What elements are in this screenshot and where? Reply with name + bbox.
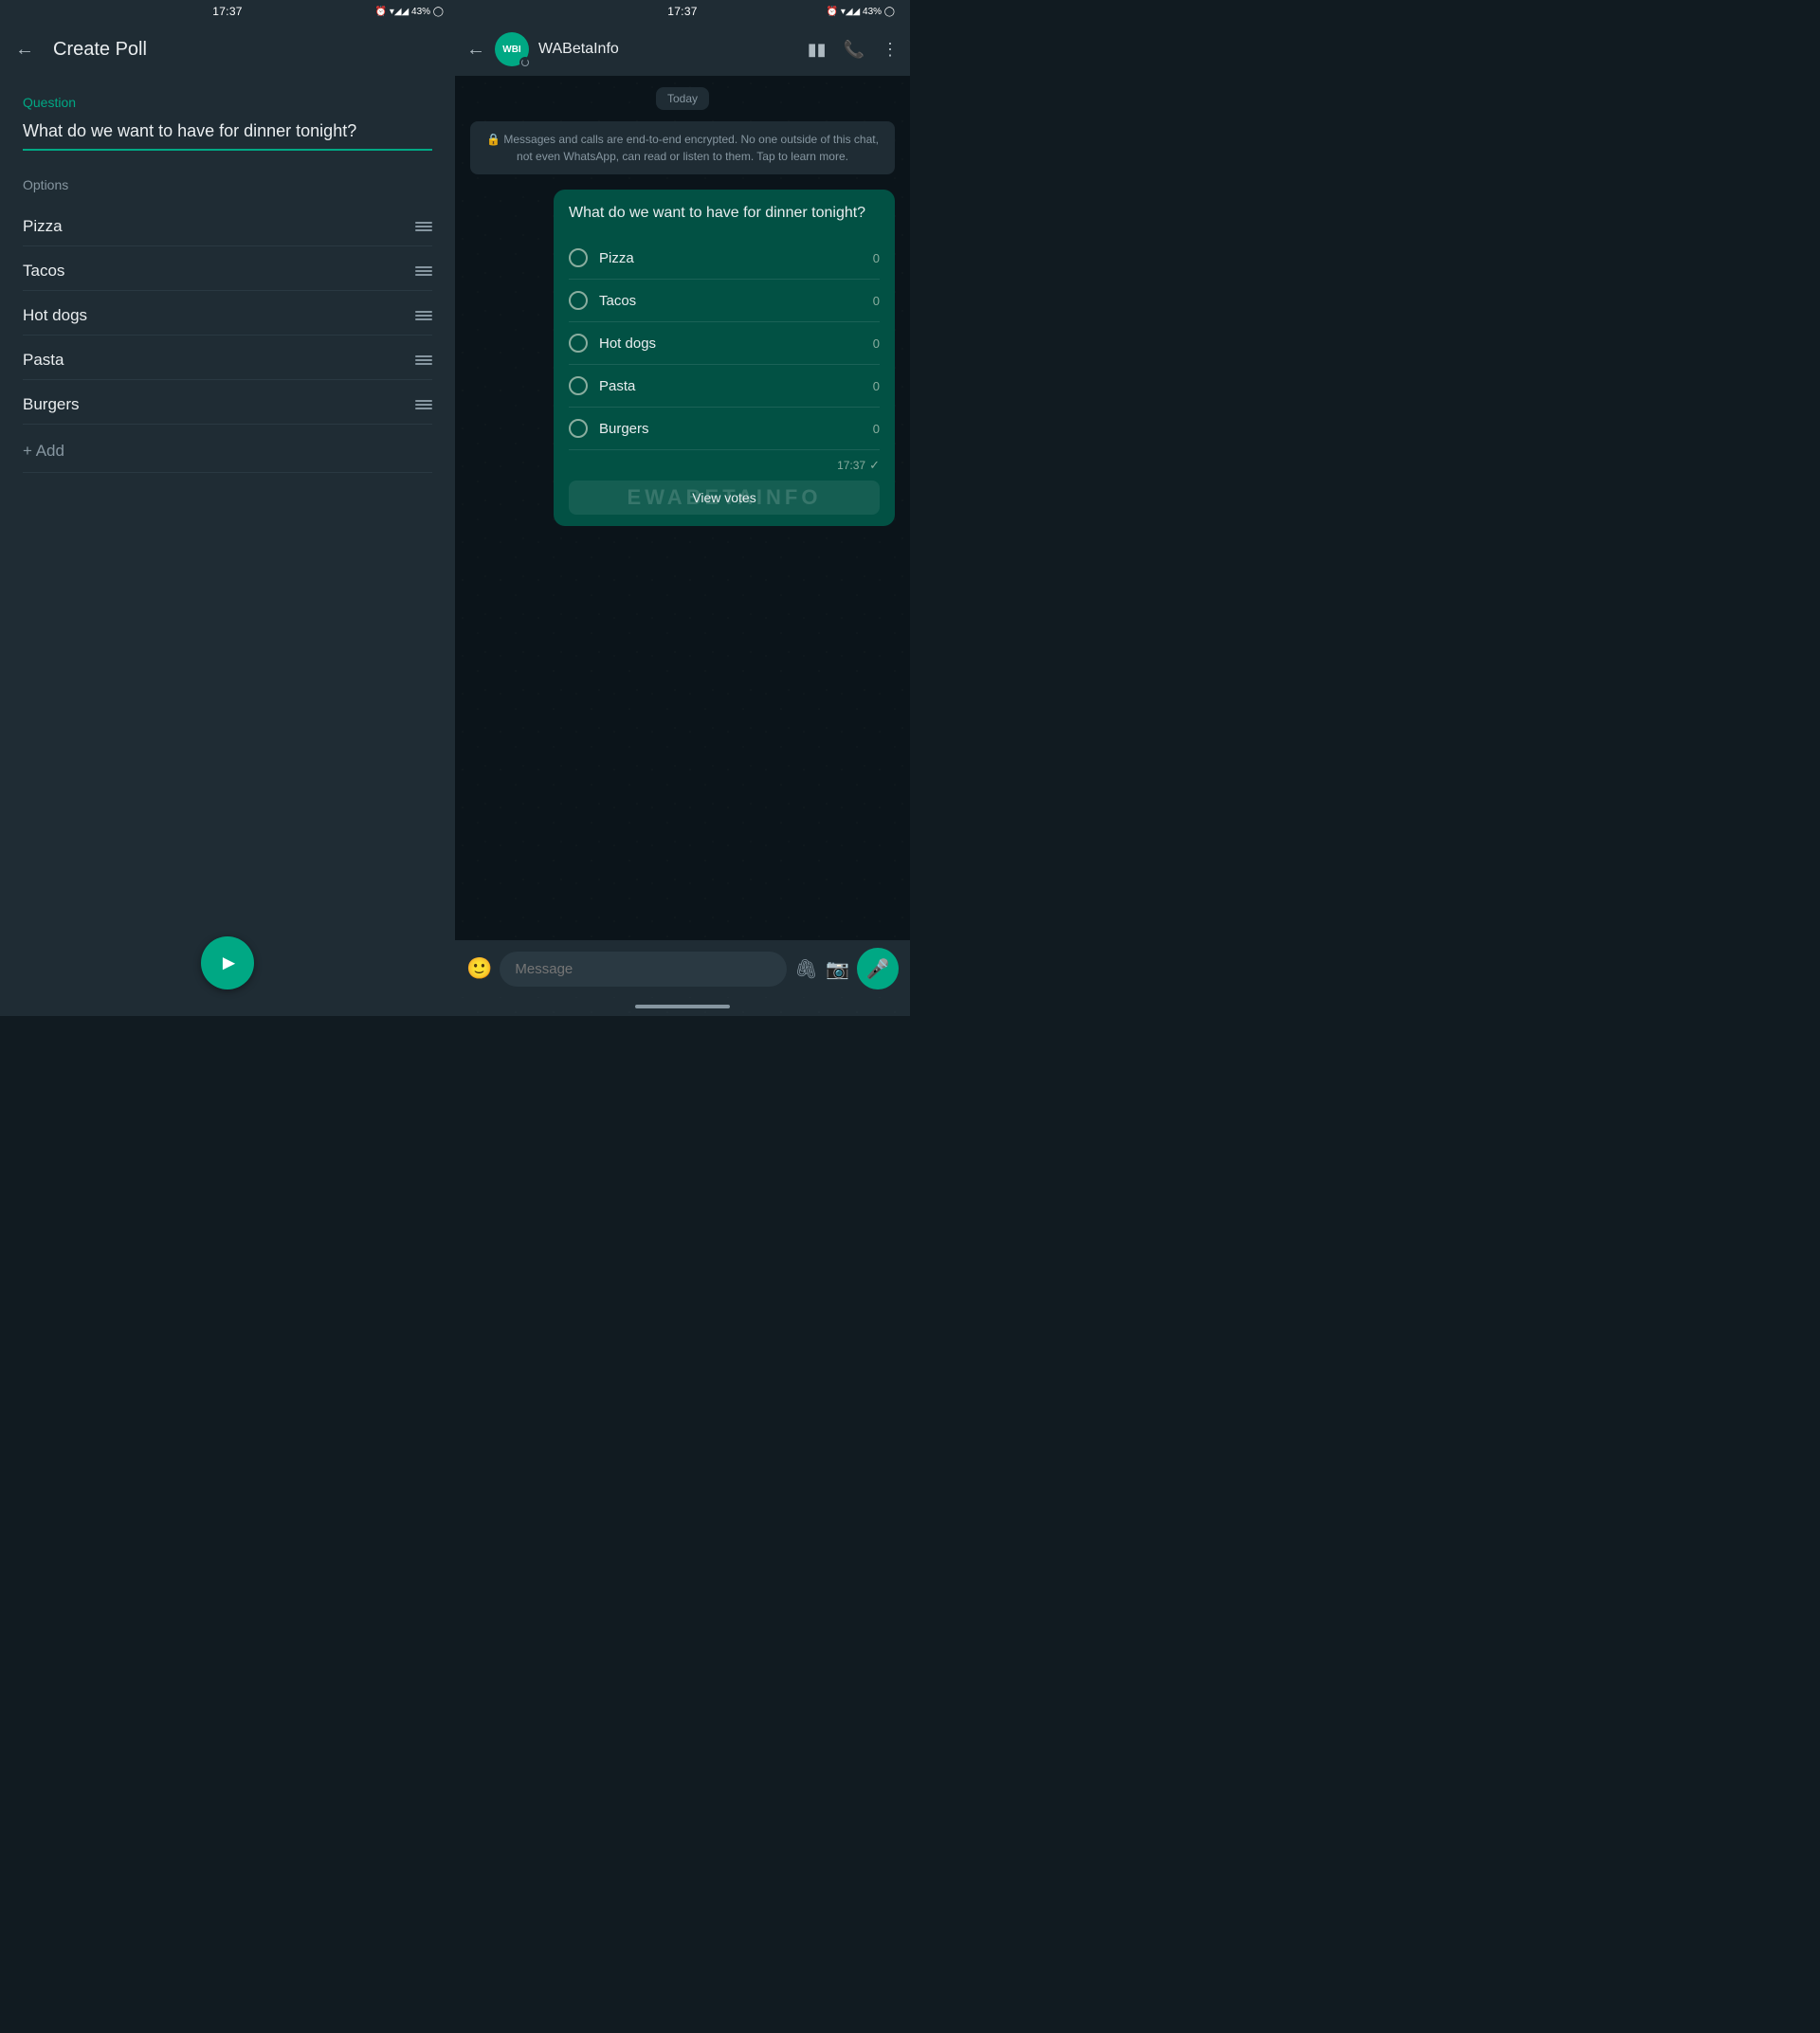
battery-left: ⏰ ▾◢◢ 43% ◯ (375, 7, 444, 17)
poll-option-label: Tacos (599, 293, 862, 309)
message-check-icon: ✓ (869, 458, 880, 473)
poll-question-text: What do we want to have for dinner tonig… (569, 203, 880, 224)
option-item: Hot dogs (23, 293, 432, 336)
question-input[interactable] (23, 118, 432, 151)
poll-option-item[interactable]: Tacos 0 (569, 280, 880, 322)
chat-input-bar: 🙂 🖇 📷 🎤 (455, 940, 910, 997)
radio-button-hotdogs[interactable] (569, 334, 588, 353)
vote-count: 0 (873, 294, 880, 308)
drag-handle-icon[interactable] (415, 355, 432, 365)
poll-form: Question Options Pizza Tacos Hot dogs (0, 76, 455, 1016)
status-bar-left: 17:37 ⏰ ▾◢◢ 43% ◯ (0, 0, 455, 23)
create-poll-panel: 17:37 ⏰ ▾◢◢ 43% ◯ ← Create Poll Question… (0, 0, 455, 1016)
drag-handle-icon[interactable] (415, 266, 432, 276)
poll-message-bubble: What do we want to have for dinner tonig… (554, 190, 895, 526)
poll-option-item[interactable]: Burgers 0 (569, 408, 880, 450)
option-item: Burgers (23, 382, 432, 425)
option-item: Pizza (23, 204, 432, 246)
header-left: ← Create Poll (0, 23, 455, 76)
option-text: Pizza (23, 217, 63, 236)
poll-option-label: Burgers (599, 421, 862, 437)
view-votes-button[interactable]: EWABETAINFO View votes (569, 481, 880, 515)
mic-icon: 🎤 (866, 957, 890, 981)
question-label: Question (23, 95, 432, 110)
status-time-right: 17:37 (667, 5, 698, 18)
message-input[interactable] (500, 952, 786, 987)
date-badge: Today (470, 87, 895, 110)
options-label: Options (23, 177, 432, 192)
option-text: Pasta (23, 351, 64, 370)
drag-handle-icon[interactable] (415, 400, 432, 409)
send-poll-button[interactable]: ► (201, 936, 254, 989)
avatar-status-badge (519, 57, 531, 68)
poll-option-item[interactable]: Hot dogs 0 (569, 322, 880, 365)
add-option-button[interactable]: + Add (23, 427, 432, 473)
page-title: Create Poll (53, 39, 147, 61)
camera-icon[interactable]: 📷 (826, 957, 849, 981)
drag-handle-icon[interactable] (415, 311, 432, 320)
chat-panel: 17:37 ⏰ ▾◢◢ 43% ◯ ← WBI WABetaInfo ▮▮ 📞 … (455, 0, 910, 1016)
option-text: Hot dogs (23, 306, 87, 325)
home-indicator (455, 997, 910, 1016)
poll-option-item[interactable]: Pizza 0 (569, 237, 880, 280)
option-item: Tacos (23, 248, 432, 291)
radio-button-burgers[interactable] (569, 419, 588, 438)
chat-header: ← WBI WABetaInfo ▮▮ 📞 ⋮ (455, 23, 910, 76)
avatar: WBI (495, 32, 529, 66)
attach-icon[interactable]: 🖇 (794, 957, 818, 981)
status-time-left: 17:37 (212, 5, 243, 18)
phone-icon[interactable]: 📞 (844, 40, 864, 60)
refresh-icon (521, 59, 529, 66)
view-votes-label: View votes (692, 490, 755, 505)
back-button-right[interactable]: ← (466, 39, 485, 61)
radio-button-pizza[interactable] (569, 248, 588, 267)
vote-count: 0 (873, 336, 880, 351)
home-bar (635, 1005, 730, 1008)
avatar-initials: WBI (502, 45, 520, 55)
radio-button-pasta[interactable] (569, 376, 588, 395)
option-item: Pasta (23, 337, 432, 380)
video-call-icon[interactable]: ▮▮ (808, 40, 827, 60)
vote-count: 0 (873, 251, 880, 265)
date-badge-text: Today (656, 87, 709, 110)
back-button-left[interactable]: ← (15, 39, 34, 61)
poll-option-label: Pizza (599, 250, 862, 266)
status-icons-left: ⏰ ▾◢◢ 43% ◯ (375, 7, 444, 17)
poll-meta: 17:37 ✓ (569, 458, 880, 473)
status-icons-right: ⏰ ▾◢◢ 43% ◯ (827, 7, 895, 17)
option-text: Burgers (23, 395, 80, 414)
poll-option-item[interactable]: Pasta 0 (569, 365, 880, 408)
emoji-button[interactable]: 🙂 (466, 956, 492, 981)
vote-count: 0 (873, 379, 880, 393)
radio-button-tacos[interactable] (569, 291, 588, 310)
encryption-notice[interactable]: 🔒 Messages and calls are end-to-end encr… (470, 121, 895, 174)
mic-button[interactable]: 🎤 (857, 948, 899, 989)
vote-count: 0 (873, 422, 880, 436)
add-option-label: + Add (23, 442, 64, 461)
poll-timestamp: 17:37 (837, 459, 865, 472)
more-options-icon[interactable]: ⋮ (882, 40, 899, 60)
contact-name[interactable]: WABetaInfo (538, 41, 798, 58)
chat-header-actions: ▮▮ 📞 ⋮ (808, 40, 899, 60)
poll-option-label: Hot dogs (599, 336, 862, 352)
status-bar-right: 17:37 ⏰ ▾◢◢ 43% ◯ (455, 0, 910, 23)
drag-handle-icon[interactable] (415, 222, 432, 231)
option-text: Tacos (23, 262, 64, 281)
chat-body: Today 🔒 Messages and calls are end-to-en… (455, 76, 910, 940)
encryption-notice-text: 🔒 Messages and calls are end-to-end encr… (486, 133, 879, 163)
poll-option-label: Pasta (599, 378, 862, 394)
send-icon: ► (219, 951, 240, 975)
